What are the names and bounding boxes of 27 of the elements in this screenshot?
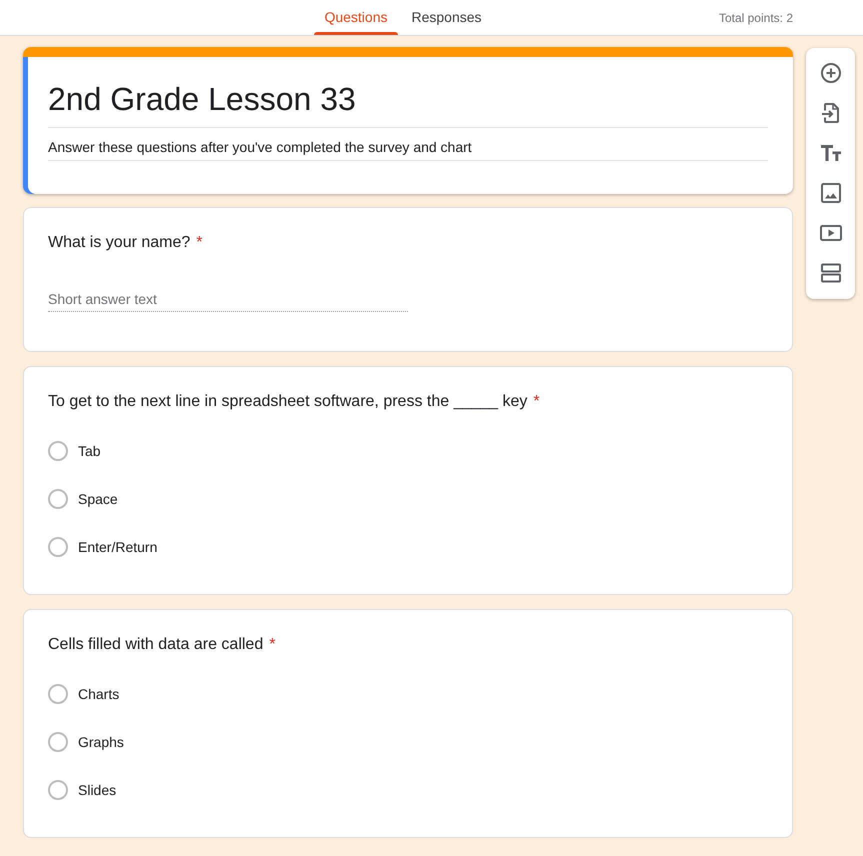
form-description: Answer these questions after you've completed the survey and chart: [48, 137, 768, 161]
option-label: Charts: [78, 684, 120, 704]
question-title: To get to the next line in spreadsheet software, press the _____ key: [48, 392, 528, 412]
question-title: What is your name?: [48, 233, 190, 253]
option-label: Space: [78, 490, 118, 509]
option-label: Slides: [78, 780, 116, 800]
radio-button[interactable]: [48, 684, 68, 704]
tab[interactable]: Questions: [314, 0, 398, 35]
short-answer-field[interactable]: Short answer text: [48, 286, 408, 312]
radio-button[interactable]: [48, 441, 68, 461]
required-asterisk: *: [269, 635, 276, 655]
tab[interactable]: Responses: [402, 0, 492, 35]
radio-button[interactable]: [48, 537, 68, 557]
question-title: Cells filled with data are called: [48, 635, 264, 655]
required-asterisk: *: [196, 233, 203, 253]
radio-button[interactable]: [48, 732, 68, 752]
total-points-label: Total points: 2: [718, 10, 793, 26]
form-title: 2nd Grade Lesson 33: [48, 79, 768, 128]
option-label: Tab: [78, 442, 101, 460]
required-asterisk: *: [533, 392, 540, 412]
option-label: Graphs: [78, 732, 124, 752]
add-circle-icon[interactable]: [818, 61, 842, 85]
radio-button[interactable]: [48, 489, 68, 509]
radio-button[interactable]: [48, 780, 68, 800]
image-icon[interactable]: [818, 181, 842, 205]
option-label: Enter/Return: [78, 538, 158, 556]
section-icon[interactable]: [818, 261, 842, 285]
